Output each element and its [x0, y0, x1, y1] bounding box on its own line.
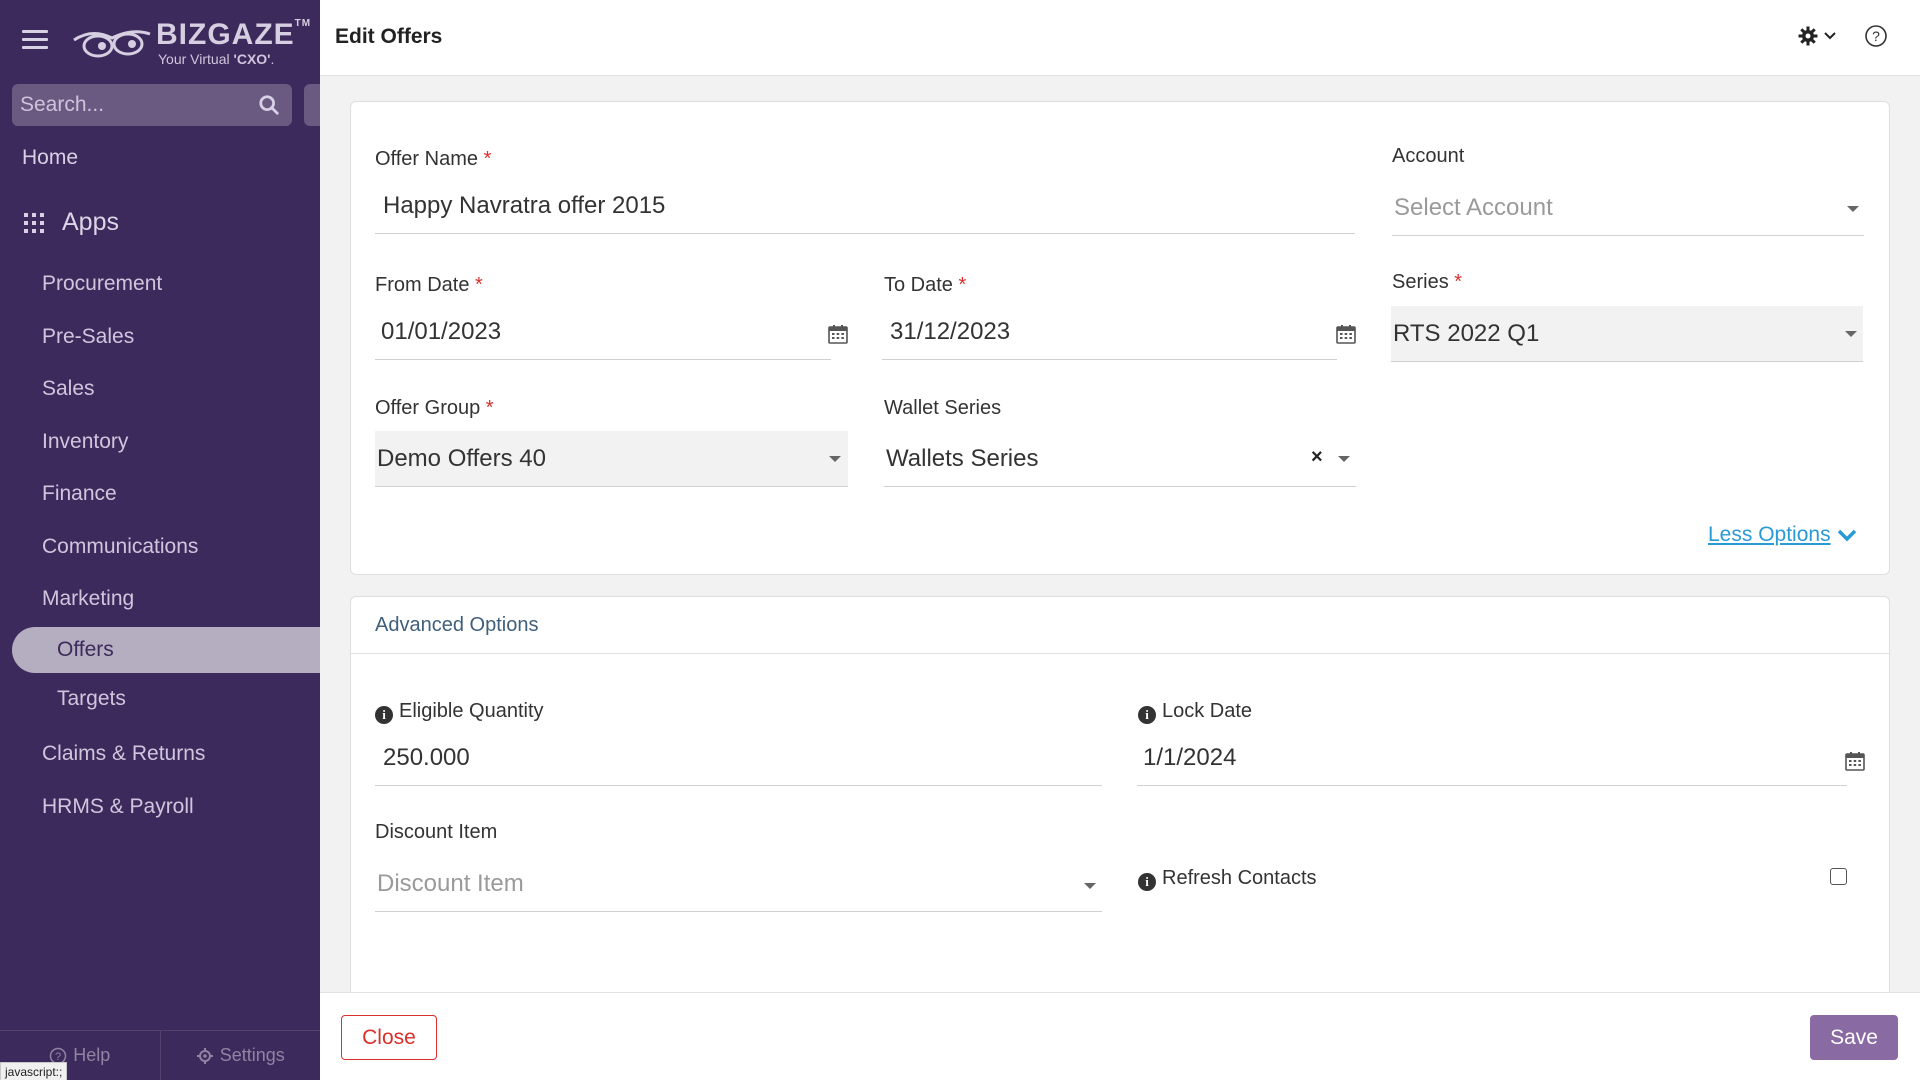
wallet-series-select[interactable]: Wallets Series × [884, 431, 1356, 487]
sidebar-search [12, 84, 292, 126]
help-label: Help [73, 1045, 111, 1065]
from-date-field[interactable]: 01/01/2023 [375, 304, 831, 360]
bizgaze-logo[interactable]: BIZGAZETM Your Virtual 'CXO'. [72, 18, 310, 68]
series-select[interactable]: RTS 2022 Q1 [1391, 306, 1863, 362]
sidebar-collapse-tab[interactable] [304, 84, 320, 126]
settings-button[interactable]: Settings [159, 1031, 321, 1080]
apps-grid-icon [24, 212, 44, 233]
lock-date-field[interactable]: 1/1/2024 [1137, 730, 1847, 786]
series-label: Series * [1392, 271, 1463, 293]
calendar-icon[interactable] [1845, 751, 1865, 771]
refresh-contacts-label: i Refresh Contacts [1138, 867, 1317, 891]
search-input[interactable] [20, 84, 250, 126]
sidebar-item-claims-returns[interactable]: Claims & Returns [42, 742, 205, 766]
sidebar-item-marketing[interactable]: Marketing [42, 587, 134, 611]
account-select[interactable]: Select Account [1392, 180, 1864, 236]
settings-gear-icon [196, 1047, 213, 1064]
calendar-icon[interactable] [828, 324, 848, 344]
sidebar-item-finance[interactable]: Finance [42, 482, 117, 506]
svg-text:?: ? [55, 1051, 61, 1063]
brand-tagline: Your Virtual 'CXO'. [158, 51, 275, 67]
sidebar-item-sales[interactable]: Sales [42, 377, 95, 401]
caret-down-icon [1845, 331, 1857, 337]
account-label: Account [1392, 145, 1465, 167]
offer-group-select[interactable]: Demo Offers 40 [375, 431, 848, 487]
sidebar-item-procurement[interactable]: Procurement [42, 272, 162, 296]
offer-name-value: Happy Navratra offer 2015 [383, 192, 666, 219]
sidebar-item-home[interactable]: Home [22, 146, 78, 170]
sidebar: BIZGAZETM Your Virtual 'CXO'. Home Apps … [0, 0, 320, 1080]
from-date-label: From Date * [375, 274, 483, 296]
hamburger-menu-icon[interactable] [22, 30, 48, 52]
offer-name-field[interactable]: Happy Navratra offer 2015 [375, 178, 1355, 234]
calendar-icon[interactable] [1336, 324, 1356, 344]
discount-item-placeholder: Discount Item [377, 870, 524, 897]
advanced-options-title: Advanced Options [375, 614, 539, 636]
lock-date-label: i Lock Date [1138, 700, 1252, 724]
series-value: RTS 2022 Q1 [1393, 320, 1540, 347]
apps-label: Apps [62, 208, 119, 236]
info-icon: i [375, 706, 393, 724]
form-footer: Close Save [320, 992, 1920, 1080]
sidebar-apps-header[interactable]: Apps [24, 208, 119, 237]
sidebar-item-pre-sales[interactable]: Pre-Sales [42, 325, 134, 349]
to-date-value: 31/12/2023 [890, 318, 1011, 345]
offer-group-value: Demo Offers 40 [377, 445, 546, 472]
page-settings-menu[interactable] [1798, 26, 1836, 46]
caret-down-icon [1338, 456, 1350, 462]
to-date-field[interactable]: 31/12/2023 [882, 304, 1337, 360]
less-options-link[interactable]: Less Options [1708, 523, 1857, 547]
caret-down-icon [1084, 883, 1096, 889]
status-bar-url: javascript:; [0, 1062, 68, 1080]
owl-logo-icon [73, 30, 151, 58]
sidebar-item-offers[interactable]: Offers [57, 638, 114, 662]
eligible-quantity-label: i Eligible Quantity [375, 700, 544, 724]
brand-name: BIZGAZE [156, 18, 295, 51]
svg-text:?: ? [1872, 28, 1880, 44]
info-icon: i [1138, 873, 1156, 891]
discount-item-select[interactable]: Discount Item [375, 856, 1102, 912]
page-header: Edit Offers ? [320, 0, 1920, 76]
advanced-options-card: Advanced Options [350, 596, 1890, 1016]
sidebar-item-targets[interactable]: Targets [57, 687, 126, 711]
advanced-options-header: Advanced Options [351, 597, 1889, 654]
from-date-value: 01/01/2023 [381, 318, 502, 345]
eligible-quantity-field[interactable]: 250.000 [375, 730, 1102, 786]
clear-selection-icon[interactable]: × [1311, 446, 1323, 469]
refresh-contacts-checkbox[interactable] [1830, 868, 1847, 885]
to-date-label: To Date * [884, 274, 967, 296]
sidebar-item-inventory[interactable]: Inventory [42, 430, 128, 454]
wallet-series-value: Wallets Series [886, 445, 1039, 472]
less-options-label: Less Options [1708, 523, 1831, 546]
settings-label: Settings [219, 1045, 285, 1065]
caret-down-icon [829, 456, 841, 462]
account-placeholder: Select Account [1394, 194, 1553, 221]
save-button[interactable]: Save [1810, 1015, 1898, 1060]
help-icon[interactable]: ? [1864, 24, 1888, 48]
offer-group-label: Offer Group * [375, 397, 494, 419]
sidebar-item-communications[interactable]: Communications [42, 535, 198, 559]
close-button[interactable]: Close [341, 1015, 437, 1060]
chevron-down-icon [1824, 32, 1836, 40]
offer-name-label: Offer Name * [375, 148, 492, 170]
search-icon[interactable] [258, 94, 280, 116]
eligible-quantity-value: 250.000 [383, 744, 470, 771]
sidebar-item-hrms-payroll[interactable]: HRMS & Payroll [42, 795, 194, 819]
caret-down-icon [1847, 206, 1859, 212]
info-icon: i [1138, 706, 1156, 724]
wallet-series-label: Wallet Series [884, 397, 1002, 419]
page-title: Edit Offers [335, 25, 443, 48]
brand-tm: TM [294, 18, 312, 29]
discount-item-label: Discount Item [375, 821, 498, 843]
chevron-down-icon [1837, 529, 1856, 542]
gear-icon [1798, 26, 1818, 46]
lock-date-value: 1/1/2024 [1143, 744, 1237, 771]
